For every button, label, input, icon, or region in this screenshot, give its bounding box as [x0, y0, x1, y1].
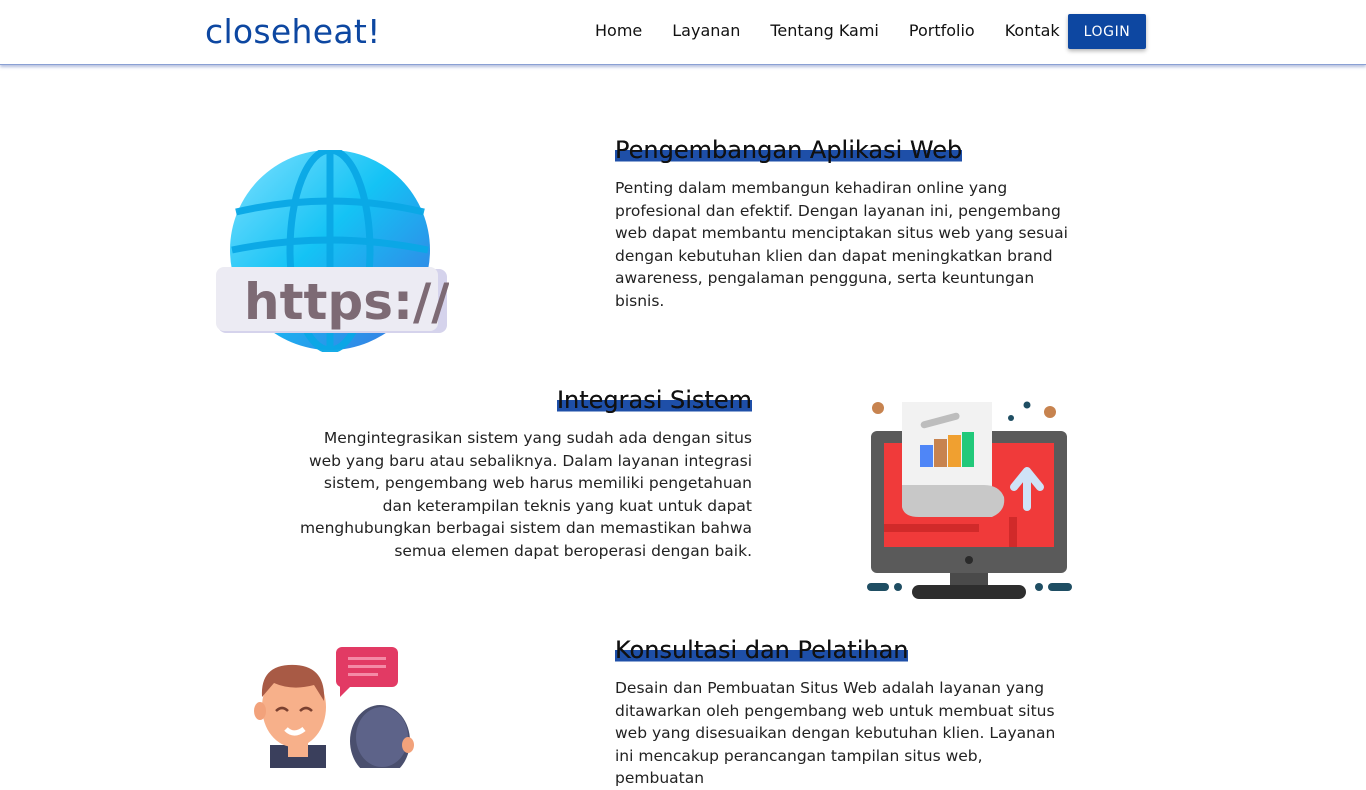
brand-logo[interactable]: closeheat! [205, 10, 381, 54]
service-title: Pengembangan Aplikasi Web [615, 136, 963, 164]
service-description: Penting dalam membangun kehadiran online… [615, 179, 1068, 310]
nav-item-tentang-kami[interactable]: Tentang Kami [770, 20, 879, 42]
service-system-integration: Integrasi Sistem Mengintegrasikan sistem… [296, 387, 752, 562]
https-label: https:// [244, 273, 449, 331]
service-consultation-training: Konsultasi dan Pelatihan Desain dan Pemb… [615, 637, 1070, 790]
navbar: closeheat! Home Layanan Tentang Kami Por… [0, 0, 1366, 65]
nav-item-kontak[interactable]: Kontak [1005, 20, 1060, 42]
globe-https-icon: https:// [214, 146, 450, 354]
service-description: Mengintegrasikan sistem yang sudah ada d… [299, 429, 752, 560]
consultation-people-icon [230, 645, 430, 768]
nav-item-layanan[interactable]: Layanan [672, 20, 740, 42]
nav-menu: Home Layanan Tentang Kami Portfolio Kont… [595, 20, 1090, 42]
nav-item-portfolio[interactable]: Portfolio [909, 20, 975, 42]
nav-item-home[interactable]: Home [595, 20, 642, 42]
login-button[interactable]: LOGIN [1068, 14, 1146, 49]
service-title: Integrasi Sistem [556, 386, 752, 414]
service-web-development: Pengembangan Aplikasi Web Penting dalam … [615, 137, 1070, 312]
service-title: Konsultasi dan Pelatihan [615, 636, 909, 664]
monitor-report-icon [864, 397, 1074, 603]
service-description: Desain dan Pembuatan Situs Web adalah la… [615, 679, 1056, 787]
